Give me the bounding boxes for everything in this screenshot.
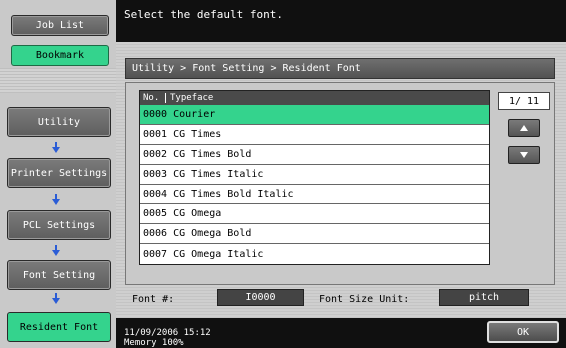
- datetime: 11/09/2006 15:12: [124, 328, 211, 338]
- list-header: No. Typeface: [140, 91, 489, 105]
- arrow-up-icon: [520, 125, 528, 131]
- message-bar: Select the default font.: [116, 0, 566, 42]
- datetime-memory: 11/09/2006 15:12 Memory 100%: [124, 328, 211, 348]
- font-number-label: Font #:: [132, 294, 175, 305]
- divider: [0, 68, 116, 93]
- font-number-value: I0000: [217, 289, 304, 306]
- arrow-down-icon: [52, 245, 60, 256]
- ok-button[interactable]: OK: [487, 321, 559, 343]
- breadcrumb: Utility > Font Setting > Resident Font: [125, 58, 555, 79]
- page-up-button[interactable]: [508, 119, 540, 137]
- font-list: No. Typeface 0000 Courier 0001 CG Times …: [139, 90, 490, 265]
- list-item[interactable]: 0002 CG Times Bold: [140, 145, 489, 165]
- step-printer-settings[interactable]: Printer Settings: [7, 158, 111, 188]
- list-item[interactable]: 0004 CG Times Bold Italic: [140, 185, 489, 205]
- step-utility[interactable]: Utility: [7, 107, 111, 137]
- list-item[interactable]: 0003 CG Times Italic: [140, 165, 489, 185]
- list-item[interactable]: 0000 Courier: [140, 105, 489, 125]
- left-nav: Job List Bookmark Utility Printer Settin…: [0, 0, 116, 348]
- step-resident-font[interactable]: Resident Font: [7, 312, 111, 342]
- list-item[interactable]: 0006 CG Omega Bold: [140, 224, 489, 245]
- font-size-unit-label: Font Size Unit:: [319, 294, 410, 305]
- font-size-unit-value: pitch: [439, 289, 529, 306]
- page-down-button[interactable]: [508, 146, 540, 164]
- memory-status: Memory 100%: [124, 338, 184, 348]
- step-pcl-settings[interactable]: PCL Settings: [7, 210, 111, 240]
- arrow-down-icon: [52, 194, 60, 205]
- list-item[interactable]: 0007 CG Omega Italic: [140, 244, 489, 264]
- instruction-text: Select the default font.: [124, 8, 283, 21]
- list-item[interactable]: 0001 CG Times: [140, 125, 489, 145]
- arrow-down-icon: [52, 142, 60, 153]
- page-indicator: 1/ 11: [498, 92, 550, 110]
- arrow-down-icon: [520, 152, 528, 158]
- list-item[interactable]: 0005 CG Omega: [140, 204, 489, 225]
- step-font-setting[interactable]: Font Setting: [7, 260, 111, 290]
- col-no-header: No.: [140, 93, 166, 103]
- col-typeface-header: Typeface: [170, 93, 214, 103]
- arrow-down-icon: [52, 293, 60, 304]
- job-list-button[interactable]: Job List: [11, 15, 109, 36]
- bookmark-button[interactable]: Bookmark: [11, 45, 109, 66]
